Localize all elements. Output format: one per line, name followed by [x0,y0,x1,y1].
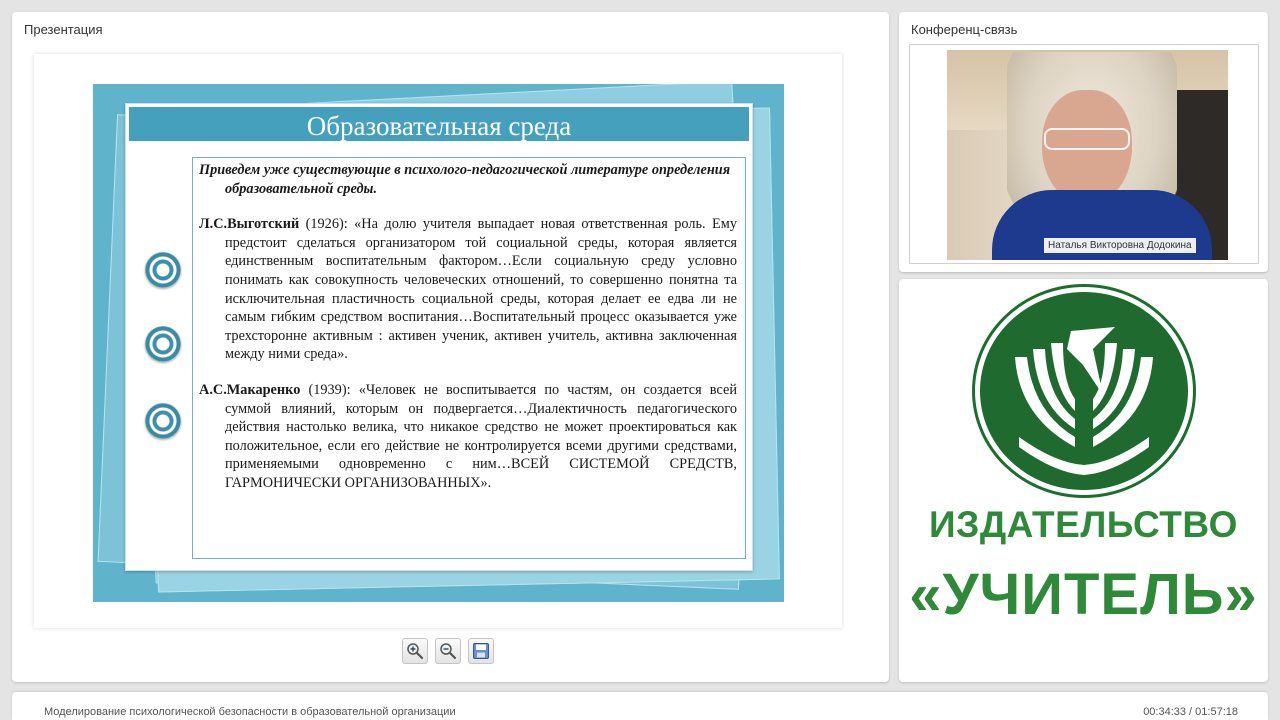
publisher-name-line1: ИЗДАТЕЛЬСТВО [929,504,1238,545]
slide-title-bar: Образовательная среда [129,107,749,143]
slide-intro: Приведем уже существующие в психолого-пе… [199,162,731,197]
quote-author: Л.С.Выготский [199,216,300,233]
quote-text: (1939): «Человек не воспитывается по час… [225,381,737,491]
speaker-glasses [1044,128,1130,150]
ring-bullet-icon [145,252,181,288]
quote-text: (1926): «На долю учителя выпадает новая … [225,216,737,363]
speaker-video: Наталья Викторовна Додокина [947,50,1228,260]
publisher-name-line2: «УЧИТЕЛЬ» [909,562,1258,627]
video-window[interactable]: Наталья Викторовна Додокина [909,44,1259,264]
slide: Образовательная среда Приведем уже сущес… [93,84,784,602]
zoom-in-icon [407,643,424,660]
book-bird-icon [1015,327,1153,475]
quote-makarenko: А.С.Макаренко (1939): «Человек не воспит… [199,381,737,493]
slide-viewport[interactable]: Образовательная среда Приведем уже сущес… [34,54,842,628]
speaker-name-tag: Наталья Викторовна Додокина [1044,238,1196,253]
ring-bullet-icon [145,326,181,362]
webinar-title: Моделирование психологической безопаснос… [44,706,456,718]
save-button[interactable] [468,638,494,664]
presentation-panel-title: Презентация [24,22,103,37]
presentation-panel: Презентация Образовательная среда Привед… [12,12,889,682]
zoom-out-icon [440,643,457,660]
zoom-in-button[interactable] [402,638,428,664]
slide-title: Образовательная среда [306,111,572,141]
bottom-bar: Моделирование психологической безопаснос… [12,692,1268,720]
publisher-logo-icon [972,284,1196,498]
zoom-out-button[interactable] [435,638,461,664]
slide-text-box: Приведем уже существующие в психолого-пе… [192,157,746,559]
conference-panel: Конференц-связь Наталья Викторовна Додок… [899,12,1268,272]
playback-timecode: 00:34:33 / 01:57:18 [1143,706,1238,718]
slide-text: Приведем уже существующие в психолого-пе… [199,161,737,493]
quote-author: А.С.Макаренко [199,381,301,398]
quote-vygotsky: Л.С.Выготский (1926): «На долю учителя в… [199,215,737,364]
publisher-logo-panel: ИЗДАТЕЛЬСТВО «УЧИТЕЛЬ» [899,279,1268,682]
ring-bullet-icon [145,403,181,439]
slide-card: Образовательная среда Приведем уже сущес… [125,103,753,571]
save-icon [473,643,489,659]
conference-panel-title: Конференц-связь [911,22,1018,37]
